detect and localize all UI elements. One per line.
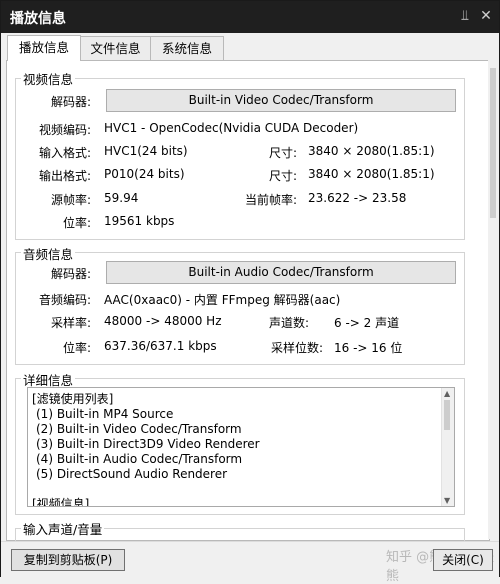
playback-info-window: 播放信息 ⫫ ✕ 播放信息 文件信息 系统信息 视频信息 解码器: Built-… xyxy=(0,0,500,584)
output-size-value: 3840 × 2080(1.85:1) xyxy=(308,167,435,181)
output-format-label: 输出格式: xyxy=(38,169,91,183)
scrollbar-thumb[interactable] xyxy=(490,68,496,218)
output-size-label: 尺寸: xyxy=(268,169,297,183)
source-fps-label: 源帧率: xyxy=(50,193,91,207)
bit-depth-value: 16 -> 16 位 xyxy=(334,341,403,355)
details-line: (5) DirectSound Audio Renderer xyxy=(36,467,228,481)
tab-file-info[interactable]: 文件信息 xyxy=(80,36,151,60)
panel-scrollbar[interactable] xyxy=(488,60,498,539)
details-line: (4) Built-in Audio Codec/Transform xyxy=(36,452,243,466)
details-line: [视频信息] xyxy=(32,497,90,507)
details-line: (3) Built-in Direct3D9 Video Renderer xyxy=(36,437,260,451)
audio-bitrate-value: 637.36/637.1 kbps xyxy=(104,339,217,353)
window-title: 播放信息 xyxy=(10,11,66,27)
audio-decoder-label: 解码器: xyxy=(50,267,91,281)
audio-codec-label: 音频编码: xyxy=(38,293,91,307)
video-decoder-button[interactable]: Built-in Video Codec/Transform xyxy=(106,89,456,112)
audio-bitrate-label: 位率: xyxy=(62,341,91,355)
video-codec-label: 视频编码: xyxy=(38,123,91,137)
output-format-value: P010(24 bits) xyxy=(104,167,185,181)
channels-label: 声道数: xyxy=(268,316,309,330)
audio-codec-value: AAC(0xaac0) - 内置 FFmpeg 解码器(aac) xyxy=(104,293,341,307)
copy-to-clipboard-button[interactable]: 复制到剪贴板(P) xyxy=(11,549,125,571)
details-scrollbar-thumb[interactable] xyxy=(444,400,450,430)
input-format-label: 输入格式: xyxy=(38,146,91,160)
audio-group-title: 音频信息 xyxy=(21,244,76,263)
channels-value: 6 -> 2 声道 xyxy=(334,316,400,330)
input-format-value: HVC1(24 bits) xyxy=(104,144,188,158)
scroll-down-icon[interactable]: ▼ xyxy=(444,496,450,505)
bit-depth-label: 采样位数: xyxy=(270,341,323,355)
details-textbox[interactable]: [滤镜使用列表] (1) Built-in MP4 Source (2) Bui… xyxy=(27,387,455,507)
current-fps-value: 23.622 -> 23.58 xyxy=(308,191,407,205)
video-decoder-label: 解码器: xyxy=(50,95,91,109)
tab-system-info[interactable]: 系统信息 xyxy=(150,36,224,60)
details-line: (1) Built-in MP4 Source xyxy=(36,407,174,421)
video-bitrate-label: 位率: xyxy=(62,216,91,230)
details-scrollbar[interactable]: ▲ ▼ xyxy=(441,388,454,506)
sample-rate-label: 采样率: xyxy=(50,316,91,330)
scroll-up-icon[interactable]: ▲ xyxy=(444,389,450,398)
video-bitrate-value: 19561 kbps xyxy=(104,214,175,228)
close-icon[interactable]: ✕ xyxy=(475,5,497,27)
tab-playback-info[interactable]: 播放信息 xyxy=(7,35,81,61)
close-button[interactable]: 关闭(C) xyxy=(433,549,493,571)
video-codec-value: HVC1 - OpenCodec(Nvidia CUDA Decoder) xyxy=(104,121,359,135)
pin-icon[interactable]: ⫫ xyxy=(454,5,476,27)
input-size-label: 尺寸: xyxy=(268,146,297,160)
sample-rate-value: 48000 -> 48000 Hz xyxy=(104,314,222,328)
title-bar[interactable]: 播放信息 ⫫ ✕ xyxy=(1,1,499,33)
details-line: (2) Built-in Video Codec/Transform xyxy=(36,422,242,436)
audio-decoder-button[interactable]: Built-in Audio Codec/Transform xyxy=(106,261,456,284)
current-fps-label: 当前帧率: xyxy=(244,193,297,207)
source-fps-value: 59.94 xyxy=(104,191,139,205)
details-line: [滤镜使用列表] xyxy=(32,392,114,406)
input-channels-title: 输入声道/音量 xyxy=(21,519,105,538)
input-size-value: 3840 × 2080(1.85:1) xyxy=(308,144,435,158)
video-group-title: 视频信息 xyxy=(21,69,76,88)
